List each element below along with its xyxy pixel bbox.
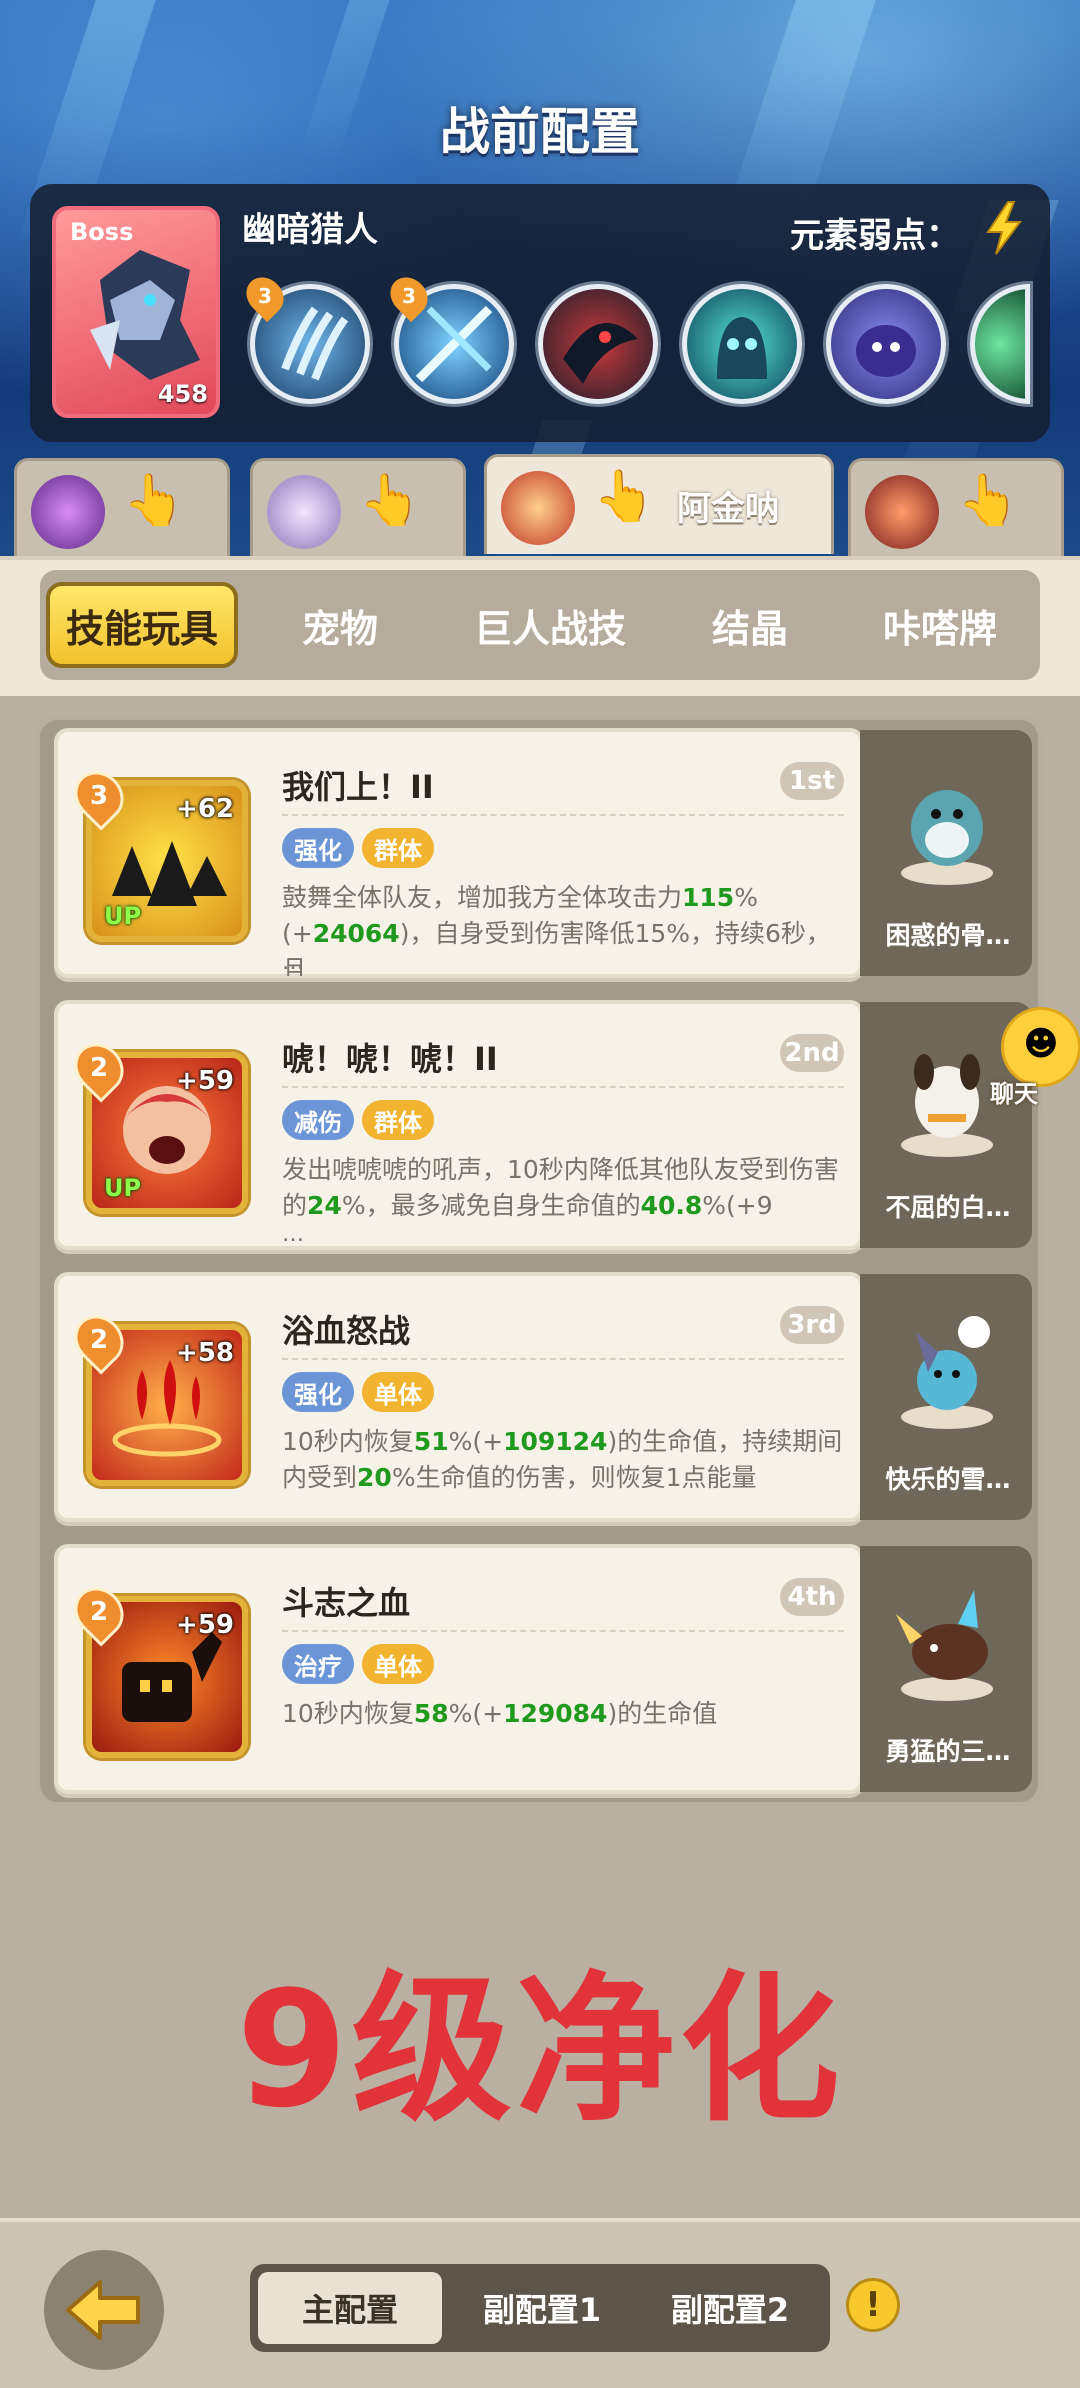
boss-level: 458 [157, 380, 208, 408]
pet-card-1[interactable]: 困惑的骨… [860, 730, 1032, 976]
chat-label: 聊天 [990, 1080, 1038, 1108]
skill-tag: 单体 [362, 1644, 434, 1684]
skill-up-badge: UP [104, 1174, 142, 1202]
skill-rank: 2nd [780, 1034, 844, 1072]
skill-title: 斗志之血 [282, 1584, 411, 1622]
hero-tab-3[interactable]: 👆 阿金呐 [484, 454, 834, 554]
tab-cards[interactable]: 咔嗒牌 [850, 582, 1030, 668]
overlay-caption: 9级净化 [236, 1956, 844, 2143]
boss-skill-orb-3[interactable] [538, 284, 658, 404]
tab-crystals[interactable]: 结晶 [670, 582, 830, 668]
skill-plus-level: +59 [176, 1610, 234, 1640]
divider [282, 1630, 844, 1632]
skill-tag: 群体 [362, 1100, 434, 1140]
category-tab-area: 技能玩具 宠物 巨人战技 结晶 咔嗒牌 [0, 556, 1080, 696]
config-tab-bar: 主配置 副配置1 副配置2 [250, 2264, 830, 2352]
ghost-icon [717, 317, 767, 379]
skill-card-4[interactable]: 2 +59 斗志之血 4th 治疗 单体 10秒内恢复58%(+129084)的… [54, 1544, 864, 1794]
skill-description: 发出唬唬唬的吼声，10秒内降低其他队友受到伤害的24%，最多减免自身生命值的40… [282, 1155, 839, 1220]
skill-title: 我们上！II [282, 768, 434, 806]
boss-name: 幽暗猎人 [242, 210, 378, 250]
category-tab-bar: 技能玩具 宠物 巨人战技 结晶 咔嗒牌 [40, 570, 1040, 680]
boss-monster-icon [90, 250, 200, 380]
skill-description: 鼓舞全体队友，增加我方全体攻击力115%(+24064)，自身受到伤害降低15%… [282, 883, 831, 976]
skill-plus-level: +62 [176, 794, 234, 824]
tab-giant-skills[interactable]: 巨人战技 [440, 582, 660, 668]
pet-card-4[interactable]: 勇猛的三… [860, 1546, 1032, 1792]
hand-icon: 👆 [123, 471, 186, 529]
skill-description: 10秒内恢复51%(+109124)的生命值，持续期间内受到20%生命值的伤害，… [282, 1427, 843, 1492]
tab-skill-toys[interactable]: 技能玩具 [46, 582, 238, 668]
purple-blob-icon [856, 325, 916, 377]
skill-tag: 强化 [282, 828, 354, 868]
hero-tab-1[interactable]: 👆 [14, 458, 230, 558]
boss-skill-orb-4[interactable] [682, 284, 802, 404]
back-button[interactable] [44, 2250, 164, 2370]
lightning-icon [986, 201, 1022, 255]
tab-sub-config-1[interactable]: 副配置1 [450, 2272, 634, 2344]
hero-name: 阿金呐 [677, 489, 779, 529]
dragon-pet-icon [901, 790, 993, 885]
boss-skill-orb-5[interactable] [826, 284, 946, 404]
divider [282, 814, 844, 816]
tab-sub-config-2[interactable]: 副配置2 [638, 2272, 822, 2344]
skill-title: 浴血怒战 [282, 1312, 411, 1350]
rhino-pet-icon [896, 1590, 993, 1701]
divider [282, 1358, 844, 1360]
skill-card-2[interactable]: 2 +59 UP 唬！唬！唬！II 2nd 减伤 群体 发出唬唬唬的吼声，10秒… [54, 1000, 864, 1250]
hand-icon: 👆 [957, 471, 1020, 529]
back-arrow-icon [66, 2280, 140, 2340]
pet-name: 勇猛的三… [885, 1737, 1011, 1766]
pet-card-3[interactable]: 快乐的雪… [860, 1274, 1032, 1520]
hand-icon: 👆 [593, 467, 656, 525]
skill-tag: 强化 [282, 1372, 354, 1412]
divider [282, 1086, 844, 1088]
skill-ellipsis: … [282, 1222, 304, 1247]
dog-pet-icon [901, 1054, 993, 1157]
chat-button[interactable]: ☻ [1004, 1010, 1078, 1084]
pet-name: 困惑的骨… [885, 921, 1011, 950]
boss-info-panel: Boss 458 幽暗猎人 元素弱点： 3 3 [30, 184, 1050, 442]
boss-skill-orb-6[interactable] [970, 284, 1030, 404]
hero-tab-2[interactable]: 👆 [250, 458, 466, 558]
pet-name: 快乐的雪… [885, 1465, 1011, 1494]
tab-pets[interactable]: 宠物 [260, 582, 420, 668]
skill-rank: 4th [780, 1578, 844, 1616]
element-weakness-label: 元素弱点： [790, 216, 960, 256]
alert-button[interactable]: ! [846, 2278, 900, 2332]
tab-main-config[interactable]: 主配置 [258, 2272, 442, 2344]
skill-description: 10秒内恢复58%(+129084)的生命值 [282, 1699, 718, 1728]
skill-tag: 单体 [362, 1372, 434, 1412]
hero-avatar [267, 475, 341, 549]
skill-up-badge: UP [104, 902, 142, 930]
skill-tag: 群体 [362, 828, 434, 868]
skill-plus-level: +59 [176, 1066, 234, 1096]
skill-card-3[interactable]: 2 +58 浴血怒战 3rd 强化 单体 10秒内恢复51%(+109124)的… [54, 1272, 864, 1522]
skill-ellipsis: … [282, 950, 304, 975]
hero-avatar [501, 471, 575, 545]
pet-name: 不屈的白… [885, 1193, 1011, 1222]
skill-card-1[interactable]: 3 +62 UP 我们上！II 1st 强化 群体 鼓舞全体队友，增加我方全体攻… [54, 728, 864, 978]
skill-tag: 减伤 [282, 1100, 354, 1140]
hero-tab-4[interactable]: 👆 [848, 458, 1064, 558]
smiley-icon: ☻ [1023, 1024, 1059, 1064]
bottom-bar: 主配置 副配置1 副配置2 ! [0, 2218, 1080, 2388]
hand-icon: 👆 [359, 471, 422, 529]
dark-creature-icon [563, 323, 638, 384]
skill-tag: 治疗 [282, 1644, 354, 1684]
boss-portrait[interactable]: Boss 458 [52, 206, 220, 418]
skill-rank: 1st [780, 762, 844, 800]
hero-avatar [865, 475, 939, 549]
skill-plus-level: +58 [176, 1338, 234, 1368]
skill-rank: 3rd [780, 1306, 844, 1344]
skill-title: 唬！唬！唬！II [282, 1040, 498, 1078]
page-title: 战前配置 [440, 103, 640, 161]
skill-list: 3 +62 UP 我们上！II 1st 强化 群体 鼓舞全体队友，增加我方全体攻… [36, 716, 1042, 1806]
snow-pet-icon [901, 1316, 993, 1429]
hero-avatar [31, 475, 105, 549]
